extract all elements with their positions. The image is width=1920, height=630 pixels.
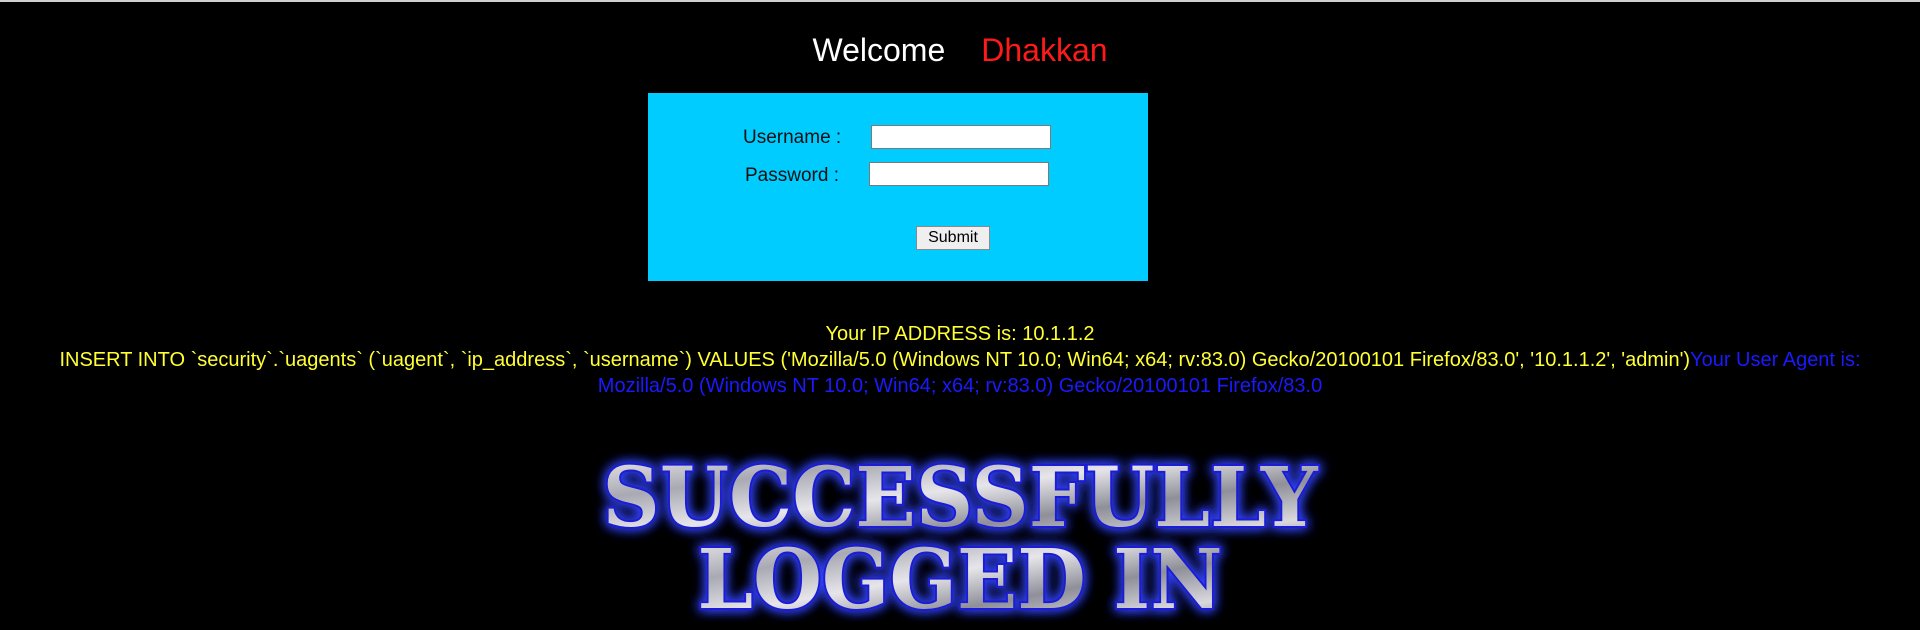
success-banner-image: SUCCESSFULLY LOGGED IN [601,448,1321,622]
user-name-text: Dhakkan [981,32,1108,68]
query-line: INSERT INTO `security`.`uagents` (`uagen… [0,347,1920,373]
welcome-text: Welcome [812,32,946,68]
password-input[interactable] [869,162,1049,186]
welcome-heading: Welcome Dhakkan [0,30,1920,70]
ip-address-text: Your IP ADDRESS is: 10.1.1.2 [825,323,1095,345]
password-label: Password : [745,165,839,186]
banner-line2: LOGGED IN [698,532,1223,622]
username-input[interactable] [871,125,1051,149]
page: Welcome Dhakkan Username : Password : Sub… [0,0,1920,630]
login-form: Username : Password : Submit [648,93,1148,281]
submit-button[interactable]: Submit [916,226,990,250]
user-agent-label: Your User Agent is: [1690,349,1861,371]
username-label: Username : [743,127,842,148]
user-agent-value: Mozilla/5.0 (Windows NT 10.0; Win64; x64… [597,375,1323,397]
sql-query-text: INSERT INTO `security`.`uagents` (`uagen… [59,349,1691,371]
